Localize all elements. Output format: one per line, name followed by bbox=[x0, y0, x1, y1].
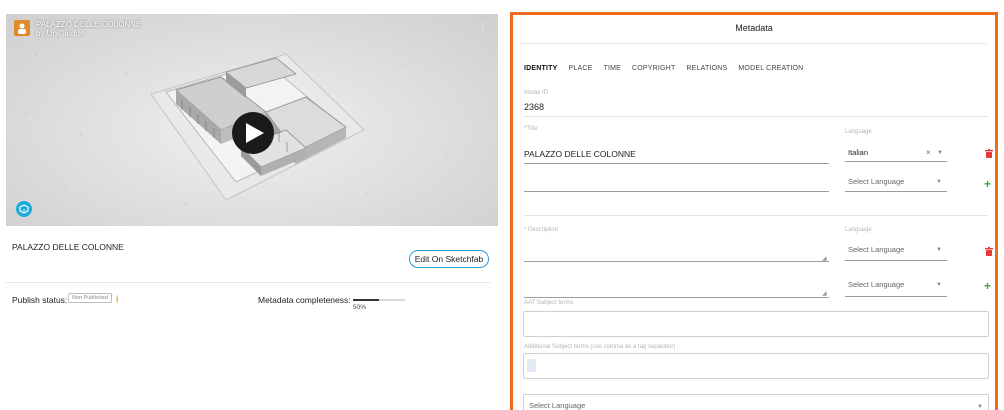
language-select-underline bbox=[845, 191, 947, 192]
title-language-label: Language bbox=[845, 129, 872, 135]
description-language-label: Language bbox=[845, 227, 872, 233]
title-input-underline bbox=[524, 163, 829, 164]
edit-on-sketchfab-button[interactable]: Edit On Sketchfab bbox=[409, 250, 489, 268]
aat-subject-terms-label: AAT Subject terms bbox=[524, 300, 574, 306]
model-id-value: 2368 bbox=[524, 102, 545, 112]
description-textarea-underline[interactable] bbox=[524, 261, 829, 262]
resize-handle-icon[interactable]: ◢ bbox=[822, 255, 827, 262]
aat-subject-terms-input[interactable] bbox=[523, 311, 989, 337]
description-language-select[interactable]: Select Language bbox=[848, 245, 904, 254]
more-icon[interactable]: ⋮ bbox=[478, 22, 488, 33]
add-icon[interactable]: + bbox=[984, 178, 991, 190]
sketchfab-logo-icon[interactable] bbox=[16, 201, 32, 217]
sketchfab-viewer[interactable]: PALAZZO DELLE COLONNE by UniGiudge... ⋮ bbox=[6, 14, 498, 226]
tab-identity[interactable]: IDENTITY bbox=[524, 65, 558, 72]
tag-chip[interactable] bbox=[527, 359, 536, 372]
description-language-select-2[interactable]: Select Language bbox=[848, 280, 904, 289]
chevron-down-icon[interactable]: ▼ bbox=[937, 150, 943, 156]
language-select-underline bbox=[845, 260, 947, 261]
completeness-progress-fill bbox=[353, 299, 379, 301]
metadata-title: Metadata bbox=[735, 23, 773, 33]
title-input-2-underline[interactable] bbox=[524, 191, 829, 192]
divider bbox=[6, 282, 490, 283]
publish-status-label: Publish status: bbox=[12, 295, 68, 305]
metadata-tabs: IDENTITY PLACE TIME COPYRIGHT RELATIONS … bbox=[524, 65, 803, 72]
title-label: *Title bbox=[524, 126, 538, 132]
model-preview-panel: PALAZZO DELLE COLONNE by UniGiudge... ⋮ bbox=[0, 0, 506, 410]
clear-icon[interactable]: × bbox=[926, 148, 931, 157]
divider bbox=[521, 43, 987, 44]
play-button[interactable] bbox=[232, 112, 274, 154]
description-label: * Description bbox=[524, 227, 559, 233]
chevron-down-icon[interactable]: ▼ bbox=[977, 404, 983, 410]
tab-time[interactable]: TIME bbox=[603, 65, 621, 72]
completeness-progress-bar bbox=[353, 299, 405, 301]
chevron-down-icon[interactable]: ▼ bbox=[936, 179, 942, 185]
delete-icon[interactable] bbox=[985, 149, 993, 158]
delete-icon[interactable] bbox=[985, 247, 993, 256]
description-textarea-2-underline[interactable] bbox=[524, 297, 829, 298]
language-select-underline bbox=[845, 296, 947, 297]
tab-relations[interactable]: RELATIONS bbox=[686, 65, 727, 72]
title-language-select[interactable]: Italian bbox=[848, 148, 868, 157]
tab-place[interactable]: PLACE bbox=[569, 65, 593, 72]
language-select-bottom-text: Select Language bbox=[529, 401, 586, 410]
language-select-bottom[interactable] bbox=[523, 394, 989, 410]
title-input[interactable]: PALAZZO DELLE COLONNE bbox=[524, 149, 636, 159]
resize-handle-icon[interactable]: ◢ bbox=[822, 290, 827, 297]
completeness-percent: 50% bbox=[353, 304, 367, 311]
viewer-header: PALAZZO DELLE COLONNE by UniGiudge... bbox=[14, 20, 141, 38]
author-avatar[interactable] bbox=[14, 20, 30, 36]
metadata-completeness-label: Metadata completeness: bbox=[258, 295, 351, 305]
language-select-underline bbox=[845, 161, 947, 162]
model-id-label: Model ID bbox=[524, 90, 549, 96]
tab-model-creation[interactable]: MODEL CREATION bbox=[738, 65, 803, 72]
play-icon bbox=[246, 123, 264, 143]
model-name: PALAZZO DELLE COLONNE bbox=[12, 242, 124, 252]
chevron-down-icon[interactable]: ▼ bbox=[936, 282, 942, 288]
additional-subject-terms-label: Additional Subject terms (use comma as a… bbox=[524, 344, 676, 350]
divider bbox=[524, 215, 988, 216]
additional-subject-terms-input[interactable] bbox=[523, 353, 989, 379]
publish-status-badge: Non Published bbox=[68, 293, 112, 303]
viewer-model-title[interactable]: PALAZZO DELLE COLONNE bbox=[36, 20, 141, 29]
chevron-down-icon[interactable]: ▼ bbox=[936, 247, 942, 253]
add-icon[interactable]: + bbox=[984, 280, 991, 292]
tab-copyright[interactable]: COPYRIGHT bbox=[632, 65, 675, 72]
info-icon[interactable]: i bbox=[116, 294, 119, 304]
viewer-byline[interactable]: by UniGiudge... bbox=[36, 29, 141, 38]
metadata-panel: Metadata IDENTITY PLACE TIME COPYRIGHT R… bbox=[510, 12, 998, 410]
title-language-select-2[interactable]: Select Language bbox=[848, 177, 904, 186]
divider bbox=[524, 116, 988, 117]
